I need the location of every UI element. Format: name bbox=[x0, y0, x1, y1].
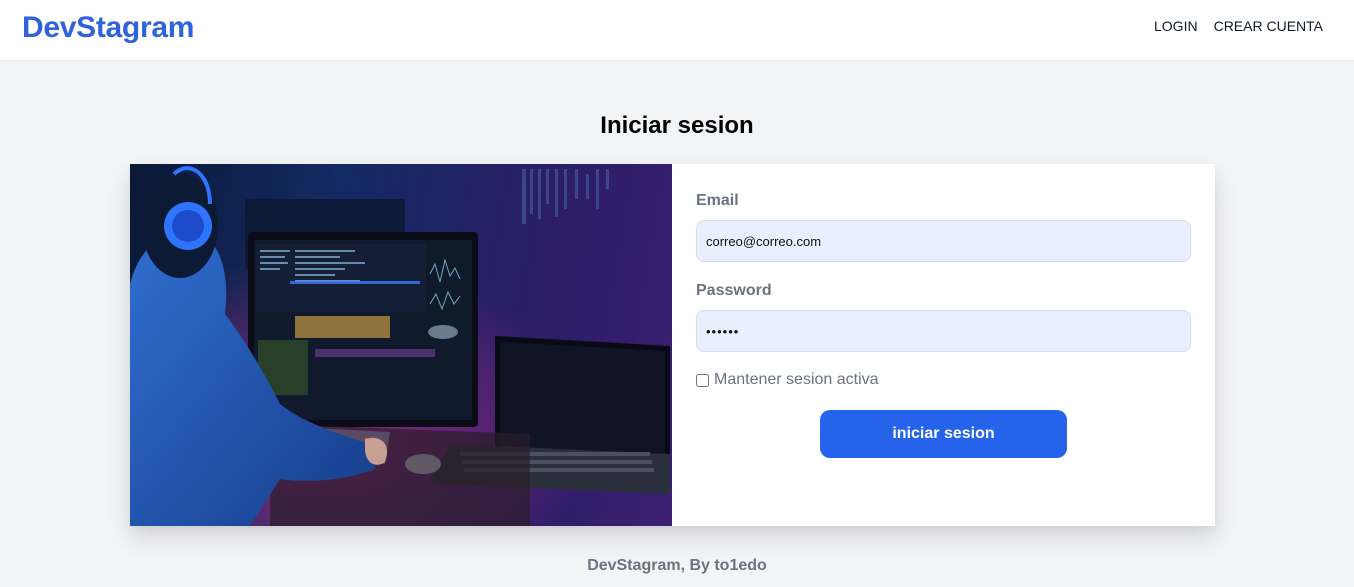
top-nav: LOGIN CREAR CUENTA bbox=[1154, 18, 1323, 34]
developer-at-computer-illustration bbox=[130, 164, 672, 526]
login-button[interactable]: iniciar sesion bbox=[820, 410, 1067, 458]
password-label: Password bbox=[696, 282, 772, 299]
login-form: Email Password Mantener sesion activa in… bbox=[672, 164, 1215, 526]
footer: DevStagram, By to1edo bbox=[587, 557, 767, 574]
email-label: Email bbox=[696, 192, 739, 209]
login-card: Email Password Mantener sesion activa in… bbox=[130, 164, 1215, 526]
password-input[interactable] bbox=[696, 310, 1191, 352]
remember-label: Mantener sesion activa bbox=[714, 371, 879, 388]
hero-image bbox=[130, 164, 672, 526]
logo[interactable]: DevStagram bbox=[22, 11, 194, 45]
page-title: Iniciar sesion bbox=[600, 112, 754, 139]
login-link[interactable]: LOGIN bbox=[1154, 18, 1198, 34]
register-link[interactable]: CREAR CUENTA bbox=[1214, 18, 1323, 34]
email-input[interactable] bbox=[696, 220, 1191, 262]
top-header: DevStagram LOGIN CREAR CUENTA bbox=[0, 0, 1354, 60]
remember-checkbox[interactable] bbox=[696, 373, 709, 387]
remember-session: Mantener sesion activa bbox=[696, 371, 879, 389]
